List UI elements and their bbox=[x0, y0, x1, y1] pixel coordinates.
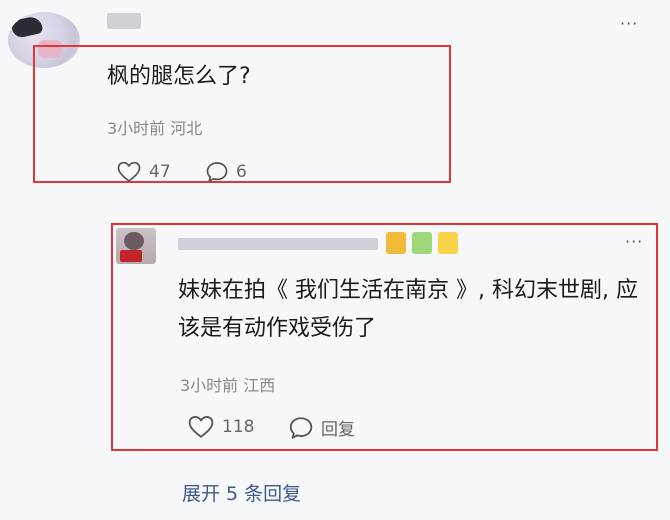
heart-outline-icon bbox=[117, 161, 141, 183]
comment-meta: 3小时前 河北 bbox=[107, 119, 203, 138]
comment-reply-count: 6 bbox=[236, 162, 247, 182]
comment-like-button[interactable]: 47 bbox=[117, 161, 171, 183]
comment-like-count: 47 bbox=[149, 162, 171, 182]
commenter-username-blurred[interactable] bbox=[107, 13, 141, 29]
comment-reply-count-button[interactable]: 6 bbox=[205, 161, 247, 183]
reply-like-button[interactable]: 118 bbox=[188, 415, 254, 439]
reply-text: 妹妹在拍《 我们生活在南京 》, 科幻末世剧, 应该是有动作戏受伤了 bbox=[178, 278, 638, 341]
heart-outline-icon bbox=[188, 415, 214, 439]
reply-like-count: 118 bbox=[222, 417, 255, 437]
more-dots-icon[interactable]: ··· bbox=[620, 14, 638, 33]
avatar-hair-shape bbox=[10, 15, 44, 39]
reply-button[interactable]: 回复 bbox=[288, 415, 355, 440]
speech-bubble-icon bbox=[205, 161, 229, 183]
comment-text: 枫的腿怎么了? bbox=[107, 64, 251, 89]
reply-button-label: 回复 bbox=[321, 420, 355, 440]
reply-meta: 3小时前 江西 bbox=[180, 376, 276, 395]
speech-bubble-icon bbox=[288, 416, 314, 440]
expand-replies-link[interactable]: 展开 5 条回复 bbox=[182, 479, 301, 506]
